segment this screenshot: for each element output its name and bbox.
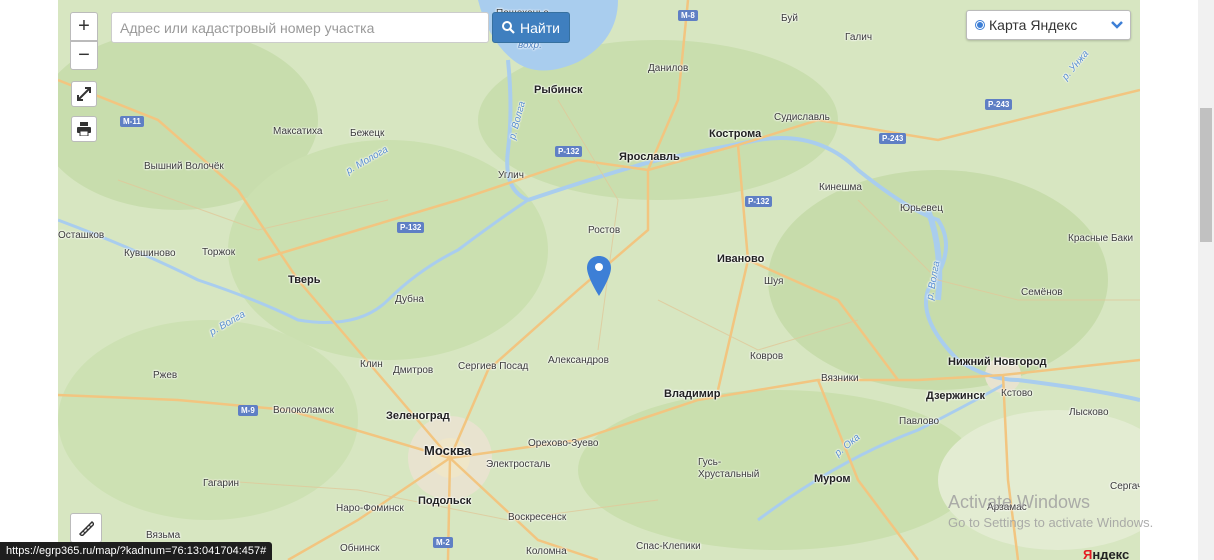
city-label: Спас-Клепики	[636, 541, 701, 552]
city-label: Данилов	[648, 63, 689, 74]
ruler-button[interactable]	[70, 513, 102, 543]
city-label: Кувшиново	[124, 248, 176, 259]
city-label: Лысково	[1069, 407, 1109, 418]
print-button[interactable]	[71, 116, 97, 142]
windows-activation-watermark: Activate Windows Go to Settings to activ…	[948, 492, 1153, 534]
forest-area	[58, 320, 358, 520]
city-label: Бежецк	[350, 128, 385, 139]
city-label: Галич	[845, 32, 873, 43]
chevron-down-icon	[1111, 21, 1123, 29]
city-label: Дубна	[395, 294, 424, 305]
road-shield: М-9	[238, 405, 258, 416]
city-label: Зеленоград	[386, 410, 450, 422]
city-label: Вышний Волочёк	[144, 161, 224, 172]
city-label: Вязьма	[146, 530, 181, 541]
search-input[interactable]	[111, 12, 489, 43]
page-scrollbar[interactable]	[1198, 0, 1214, 560]
city-label: Максатиха	[273, 126, 323, 137]
city-label: Москва	[424, 443, 472, 458]
city-label: Красные Баки	[1068, 233, 1134, 244]
city-label: Гагарин	[203, 478, 240, 489]
city-label: Тверь	[288, 274, 321, 286]
search-button[interactable]: Найти	[492, 12, 570, 43]
fullscreen-button[interactable]	[71, 81, 97, 107]
city-label: Ржев	[153, 370, 178, 381]
map-layer-label: Карта Яндекс	[989, 17, 1078, 33]
city-label: Обнинск	[340, 543, 380, 554]
city-label: Сергиев Посад	[458, 361, 529, 372]
city-label: Воскресенск	[508, 512, 567, 523]
road-shield: Р-132	[397, 222, 425, 233]
map-layer-select[interactable]: Карта Яндекс	[966, 10, 1131, 40]
road-shield: Р-132	[555, 146, 583, 157]
location-marker-icon[interactable]	[587, 256, 611, 296]
watermark-subtitle: Go to Settings to activate Windows.	[948, 515, 1154, 530]
city-label: Ярославль	[619, 151, 680, 163]
city-label: Клин	[360, 359, 383, 370]
watermark-title: Activate Windows	[948, 492, 1091, 512]
city-label: Гусь-Хрустальный	[698, 457, 760, 480]
city-label: Судиславль	[774, 112, 830, 123]
city-label: Кстово	[1001, 388, 1033, 399]
city-label: Сергач	[1110, 481, 1140, 492]
city-label: Иваново	[717, 253, 765, 265]
city-label: Электросталь	[486, 459, 551, 470]
road-shield: Р-243	[879, 133, 907, 144]
city-label: Александров	[548, 355, 609, 366]
search-button-label: Найти	[520, 19, 560, 36]
city-label: Кострома	[709, 128, 762, 140]
road-shield: М-2	[433, 537, 453, 548]
city-label: Осташков	[58, 230, 105, 241]
city-label: Павлово	[899, 416, 940, 427]
city-label: Орехово-Зуево	[528, 438, 599, 449]
city-label: Муром	[814, 473, 851, 485]
scrollbar-thumb[interactable]	[1200, 108, 1212, 242]
map-provider-logo: Яндекс	[1083, 547, 1130, 560]
city-label: Рыбинск	[534, 84, 583, 96]
city-label: Ростов	[588, 225, 621, 236]
city-label: Торжок	[202, 247, 236, 258]
map-area[interactable]: Пошехонье вдхр. Буй Галич Данилов Рыбинс…	[58, 0, 1140, 560]
city-label: Углич	[498, 170, 524, 181]
city-label: Шуя	[764, 276, 784, 287]
city-label: Буй	[781, 13, 798, 24]
city-label: Дмитров	[393, 365, 434, 376]
zoom-in-button[interactable]: +	[70, 12, 98, 41]
expand-icon	[77, 87, 91, 101]
city-label: Ковров	[750, 351, 784, 362]
city-label: Кинешма	[819, 182, 862, 193]
city-label: Вязники	[821, 373, 859, 384]
city-label: Волоколамск	[273, 405, 334, 416]
city-label: Наро-Фоминск	[336, 503, 404, 514]
city-label: Дзержинск	[926, 390, 985, 402]
ruler-icon	[78, 520, 94, 536]
status-bar-url: https://egrp365.ru/map/?kadnum=76:13:041…	[0, 542, 273, 560]
print-icon	[77, 122, 91, 136]
city-label: Коломна	[526, 546, 567, 557]
forest-area	[578, 390, 978, 550]
road-shield: Р-243	[985, 99, 1013, 110]
road-shield: М-11	[120, 116, 144, 127]
city-label: Юрьевец	[900, 203, 943, 214]
city-label: Семёнов	[1021, 287, 1063, 298]
search-icon	[502, 21, 515, 34]
city-label: Подольск	[418, 495, 472, 507]
radio-selected-icon	[975, 20, 985, 30]
road-shield: М-8	[678, 10, 698, 21]
zoom-out-button[interactable]: −	[70, 41, 98, 70]
city-label: Владимир	[664, 388, 721, 400]
city-label: Нижний Новгород	[948, 356, 1047, 368]
road-shield: Р-132	[745, 196, 773, 207]
